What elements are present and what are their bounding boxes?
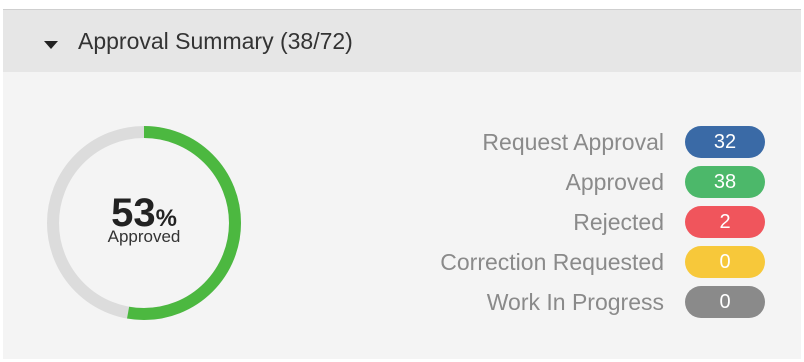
approval-donut-chart xyxy=(47,126,241,320)
count-badge-rejected[interactable]: 2 xyxy=(685,206,765,238)
legend-label: Correction Requested xyxy=(440,248,664,275)
legend-row-request-approval: Request Approval 32 xyxy=(440,122,765,162)
count-badge-work-in-progress[interactable]: 0 xyxy=(685,286,765,318)
legend-row-rejected: Rejected 2 xyxy=(440,202,765,242)
legend-label: Rejected xyxy=(573,208,664,235)
legend-row-approved: Approved 38 xyxy=(440,162,765,202)
approval-summary-header[interactable]: Approval Summary (38/72) xyxy=(3,10,801,72)
panel-title: Approval Summary (38/72) xyxy=(78,28,353,54)
count-badge-approved[interactable]: 38 xyxy=(685,166,765,198)
legend-row-correction-requested: Correction Requested 0 xyxy=(440,242,765,282)
legend-label: Request Approval xyxy=(482,128,664,155)
count-badge-request-approval[interactable]: 32 xyxy=(685,126,765,158)
approval-summary-panel: Approval Summary (38/72) 53% Approved Re… xyxy=(3,9,801,359)
panel-body: 53% Approved Request Approval 32 Approve… xyxy=(3,72,801,360)
status-legend: Request Approval 32 Approved 38 Rejected… xyxy=(440,122,765,322)
count-badge-correction-requested[interactable]: 0 xyxy=(685,246,765,278)
legend-row-work-in-progress: Work In Progress 0 xyxy=(440,282,765,322)
caret-down-icon[interactable] xyxy=(44,41,58,49)
legend-label: Approved xyxy=(565,168,664,195)
legend-label: Work In Progress xyxy=(486,288,664,315)
